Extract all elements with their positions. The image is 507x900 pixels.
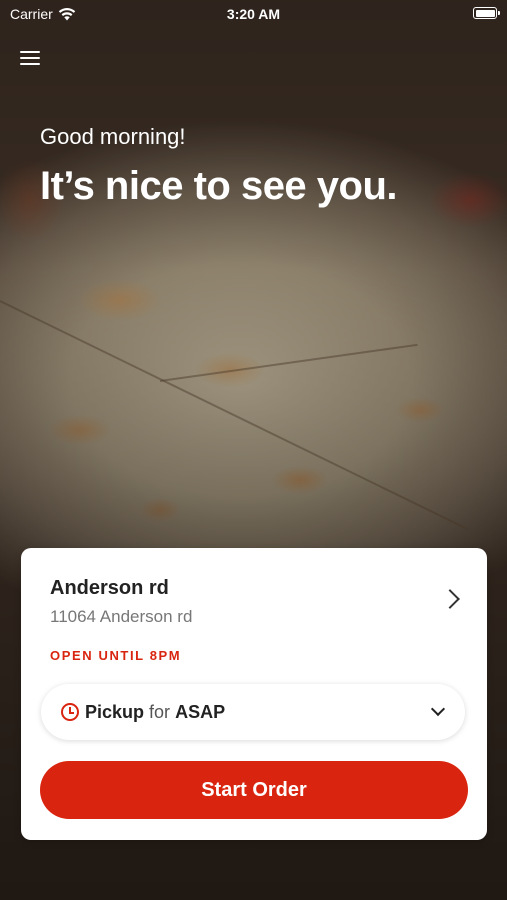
clock-icon <box>61 703 79 721</box>
headline: It’s nice to see you. <box>40 164 398 208</box>
status-bar: Carrier 3:20 AM <box>0 0 507 28</box>
store-hours: OPEN UNTIL 8PM <box>50 648 182 663</box>
store-address: 11064 Anderson rd <box>50 607 193 626</box>
store-selector[interactable]: Anderson rd 11064 Anderson rd <box>21 548 487 638</box>
order-time: ASAP <box>175 702 226 722</box>
clock-time: 3:20 AM <box>226 6 281 22</box>
order-mode-dropdown[interactable]: Pickup for ASAP <box>41 684 465 740</box>
store-name: Anderson rd <box>50 577 169 599</box>
greeting: Good morning! <box>40 124 186 149</box>
order-card: Anderson rd 11064 Anderson rd OPEN UNTIL… <box>21 548 487 840</box>
start-order-button[interactable]: Start Order <box>40 761 468 819</box>
order-mode-text: Pickup for ASAP <box>85 702 225 723</box>
chevron-down-icon <box>430 701 446 717</box>
menu-icon[interactable] <box>20 48 40 68</box>
chevron-right-icon <box>440 589 460 609</box>
order-mode-connector: for <box>149 702 171 722</box>
order-mode: Pickup <box>85 702 145 722</box>
battery-icon <box>473 7 500 19</box>
